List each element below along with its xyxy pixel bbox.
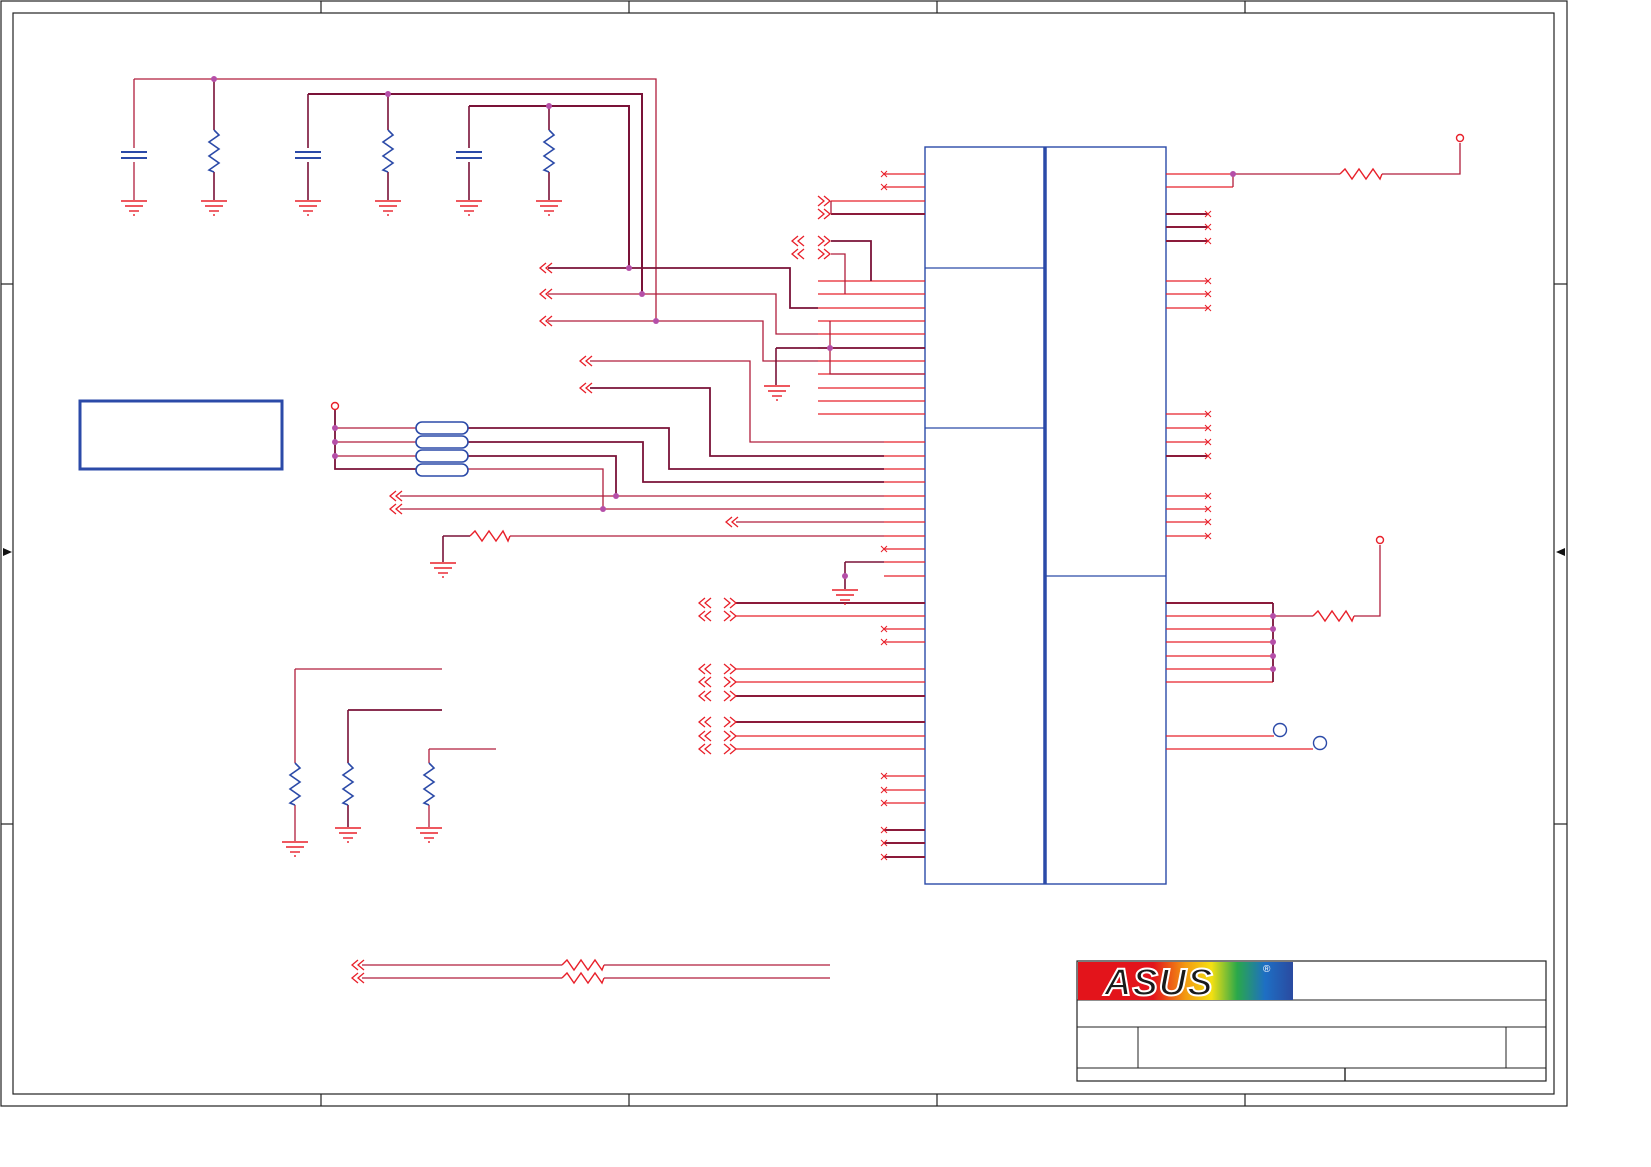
ground-icon [121,200,562,216]
strap-resistor-network [294,668,496,841]
registered-mark: ® [1263,964,1271,975]
ferrite-bead-array [334,410,469,477]
capacitor-icon [121,151,482,159]
resistor-icon [288,762,436,806]
off-page-connector-icon [350,195,832,984]
ic-component [924,146,1167,885]
series-resistor-pair [362,958,830,985]
asus-logo: ASUS ® [1078,961,1293,1005]
resistor-icon [207,129,556,173]
resistor-icon [469,167,1383,623]
note-box [78,399,284,471]
logo-text: ASUS [1103,962,1214,1004]
frame-center-arrows [3,548,1565,556]
schematic-sheet: ASUS ® [0,0,1568,1107]
ground-icon [430,385,858,605]
test-point-icon[interactable] [1272,722,1328,751]
junction-dots [211,76,1276,672]
decoupling-network [133,78,657,321]
ground-icon [282,827,442,857]
signal-routing [400,143,1461,682]
sheet-frame [0,0,1568,1107]
ic-right-pins [1166,173,1313,750]
ic-left-pins [736,173,925,858]
